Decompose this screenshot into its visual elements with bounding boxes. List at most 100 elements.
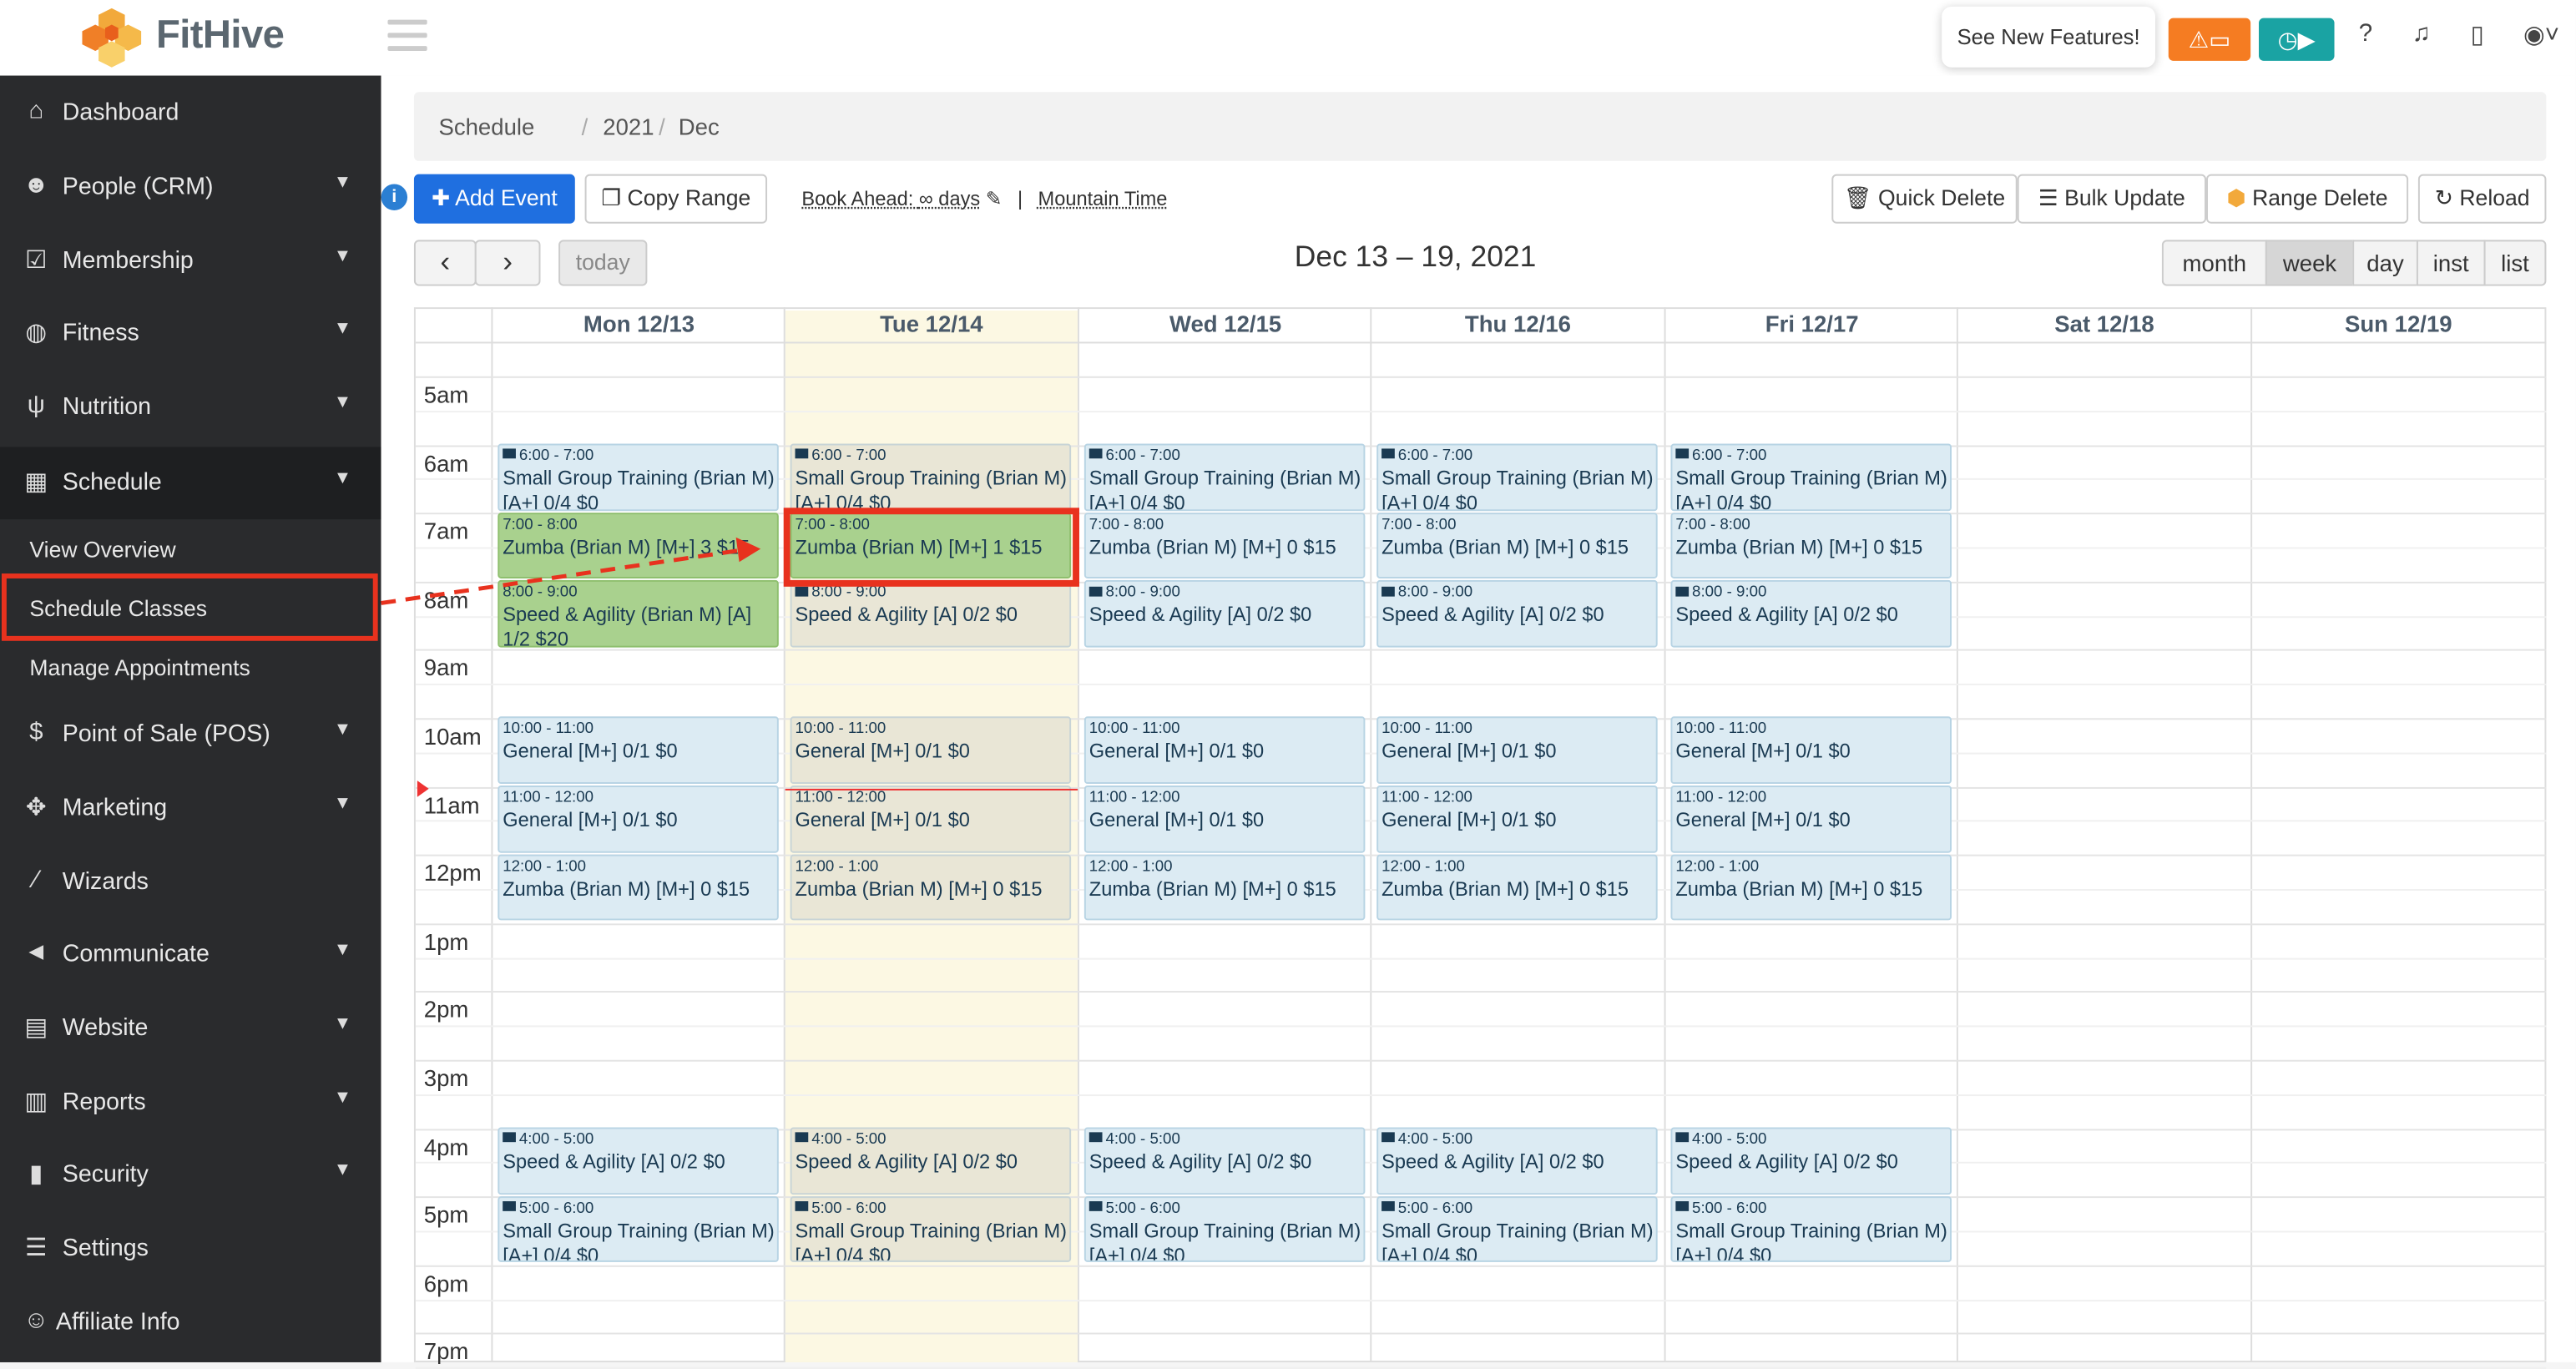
breadcrumb-schedule[interactable]: Schedule	[438, 114, 534, 139]
calendar-event[interactable]: 5:00 - 6:00 Small Group Training (Brian M…	[1376, 1195, 1658, 1263]
sidebar-item-website[interactable]: ▤ Website ▼	[0, 996, 381, 1062]
calendar-event[interactable]: 7:00 - 8:00 Zumba (Brian M) [M+] 0 $15	[1670, 512, 1952, 579]
calendar-event[interactable]: 6:00 - 7:00 Small Group Training (Brian M…	[1083, 443, 1366, 511]
fithive-logo-icon[interactable]	[82, 7, 142, 69]
calendar-event[interactable]: 12:00 - 1:00 Zumba (Brian M) [M+] 0 $15	[1083, 853, 1366, 921]
day-header-wed[interactable]: Wed 12/15	[1079, 311, 1371, 336]
calendar-event[interactable]: 12:00 - 1:00 Zumba (Brian M) [M+] 0 $15	[498, 853, 779, 921]
calendar-event[interactable]: 10:00 - 11:00 General [M+] 0/1 $0	[1083, 717, 1366, 784]
calendar-event[interactable]: 10:00 - 11:00 General [M+] 0/1 $0	[790, 717, 1072, 784]
calendar-event[interactable]: 5:00 - 6:00 Small Group Training (Brian M…	[790, 1195, 1072, 1263]
bulk-update-button[interactable]: ☰ Bulk Update	[2017, 174, 2207, 224]
calendar-event[interactable]: 10:00 - 11:00 General [M+] 0/1 $0	[498, 717, 779, 784]
calendar-event[interactable]: 8:00 - 9:00 Speed & Agility [A] 0/2 $0	[1670, 580, 1952, 648]
sidebar-item-settings[interactable]: ☰ Settings	[0, 1216, 381, 1282]
sidebar-item-membership[interactable]: ☑ Membership ▼	[0, 229, 381, 295]
view-list-button[interactable]: list	[2483, 240, 2547, 286]
calendar-event[interactable]: 8:00 - 9:00 Speed & Agility (Brian M) [A]…	[498, 580, 779, 648]
calendar-event[interactable]: 12:00 - 1:00 Zumba (Brian M) [M+] 0 $15	[790, 853, 1072, 921]
reload-button[interactable]: ↻ Reload	[2417, 174, 2547, 224]
day-header-fri[interactable]: Fri 12/17	[1666, 311, 1958, 336]
calendar-event[interactable]: 8:00 - 9:00 Speed & Agility [A] 0/2 $0	[1376, 580, 1658, 648]
add-event-button[interactable]: ✚ Add Event	[413, 174, 575, 224]
view-week-button[interactable]: week	[2265, 240, 2355, 286]
copy-range-button[interactable]: ❐ Copy Range	[584, 174, 768, 224]
time-label: 12pm	[423, 859, 482, 887]
sidebar-item-fitness[interactable]: ◍ Fitness ▼	[0, 301, 381, 366]
calendar-event[interactable]: 7:00 - 8:00 Zumba (Brian M) [M+] 0 $15	[1376, 512, 1658, 579]
view-day-button[interactable]: day	[2352, 240, 2418, 286]
calendar-event[interactable]: 6:00 - 7:00 Small Group Training (Brian M…	[498, 443, 779, 511]
sidebar-item-reports[interactable]: ▥ Reports ▼	[0, 1070, 381, 1136]
sidebar-item-label: Dashboard	[62, 100, 179, 127]
calendar-event[interactable]: 5:00 - 6:00 Small Group Training (Brian M…	[1083, 1195, 1366, 1263]
calendar-event[interactable]: 11:00 - 12:00 General [M+] 0/1 $0	[498, 785, 779, 852]
sidebar-item-dashboard[interactable]: ⌂ Dashboard	[0, 80, 381, 146]
calendar-event[interactable]: 6:00 - 7:00 Small Group Training (Brian M…	[790, 443, 1072, 511]
sidebar-item-marketing[interactable]: ✥ Marketing ▼	[0, 775, 381, 841]
help-icon[interactable]: ?	[2349, 20, 2382, 48]
calendar-event[interactable]: 4:00 - 5:00 Speed & Agility [A] 0/2 $0	[498, 1127, 779, 1195]
calendar-column-divider	[1956, 307, 1958, 1362]
tablet-icon[interactable]: ▯	[2461, 20, 2493, 49]
day-header-tue[interactable]: Tue 12/14	[785, 311, 1078, 336]
calendar-event[interactable]: 11:00 - 12:00 General [M+] 0/1 $0	[1376, 785, 1658, 852]
calendar-event[interactable]: 8:00 - 9:00 Speed & Agility [A] 0/2 $0	[790, 580, 1072, 648]
next-week-button[interactable]: ›	[474, 240, 541, 286]
book-ahead-link[interactable]: Book Ahead: ∞ days	[801, 187, 980, 210]
see-new-features-button[interactable]: See New Features!	[1942, 6, 2156, 68]
brand-name[interactable]: FitHive	[156, 13, 285, 59]
calendar-event[interactable]: 5:00 - 6:00 Small Group Training (Brian M…	[1670, 1195, 1952, 1263]
calendar-event[interactable]: 12:00 - 1:00 Zumba (Brian M) [M+] 0 $15	[1376, 853, 1658, 921]
prev-week-button[interactable]: ‹	[413, 240, 477, 286]
calendar-event[interactable]: 11:00 - 12:00 General [M+] 0/1 $0	[1083, 785, 1366, 852]
view-month-button[interactable]: month	[2161, 240, 2267, 286]
calendar-event[interactable]: 7:00 - 8:00 Zumba (Brian M) [M+] 3 $15	[498, 512, 779, 579]
calendar-event[interactable]: 11:00 - 12:00 General [M+] 0/1 $0	[790, 785, 1072, 852]
day-header-thu[interactable]: Thu 12/16	[1371, 311, 1664, 336]
pencil-icon[interactable]: ✎	[986, 187, 1003, 210]
clock-play-button[interactable]: ◷▶	[2259, 18, 2335, 61]
view-inst-button[interactable]: inst	[2416, 240, 2486, 286]
calendar-event[interactable]: 4:00 - 5:00 Speed & Agility [A] 0/2 $0	[790, 1127, 1072, 1195]
calendar-event[interactable]: 4:00 - 5:00 Speed & Agility [A] 0/2 $0	[1083, 1127, 1366, 1195]
calendar-event[interactable]: 10:00 - 11:00 General [M+] 0/1 $0	[1670, 717, 1952, 784]
sidebar-sub-manage-appointments[interactable]: Manage Appointments	[0, 639, 381, 695]
sidebar-item-nutrition[interactable]: ψ Nutrition ▼	[0, 375, 381, 441]
hamburger-menu-icon[interactable]	[387, 19, 427, 53]
list-icon: ☰	[2038, 185, 2065, 210]
sidebar-item-communicate[interactable]: ◄ Communicate ▼	[0, 922, 381, 988]
sidebar-item-pos[interactable]: $ Point of Sale (POS) ▼	[0, 702, 381, 768]
calendar-event[interactable]: 7:00 - 8:00 Zumba (Brian M) [M+] 0 $15	[1083, 512, 1366, 579]
calendar-event[interactable]: 4:00 - 5:00 Speed & Agility [A] 0/2 $0	[1376, 1127, 1658, 1195]
day-header-mon[interactable]: Mon 12/13	[492, 311, 785, 336]
calendar-event[interactable]: 11:00 - 12:00 General [M+] 0/1 $0	[1670, 785, 1952, 852]
user-menu-icon[interactable]: ◉˅	[2520, 20, 2563, 49]
calendar-event[interactable]: 6:00 - 7:00 Small Group Training (Brian M…	[1670, 443, 1952, 511]
range-delete-button[interactable]: ⬢ Range Delete	[2206, 174, 2409, 224]
sidebar-item-schedule[interactable]: ▦ Schedule ▼	[0, 447, 381, 520]
today-button[interactable]: today	[558, 240, 648, 286]
breadcrumb-separator: /	[581, 113, 588, 140]
calendar-event[interactable]: 8:00 - 9:00 Speed & Agility [A] 0/2 $0	[1083, 580, 1366, 648]
alert-billing-button[interactable]: ⚠▭	[2168, 18, 2251, 61]
day-header-sun[interactable]: Sun 12/19	[2252, 311, 2544, 336]
day-header-sat[interactable]: Sat 12/18	[1958, 311, 2250, 336]
calendar-event[interactable]: 4:00 - 5:00 Speed & Agility [A] 0/2 $0	[1670, 1127, 1952, 1195]
sidebar-sub-label: View Overview	[29, 537, 176, 563]
calendar-event[interactable]: 6:00 - 7:00 Small Group Training (Brian M…	[1376, 443, 1658, 511]
sidebar-item-affiliate-info[interactable]: ☺ Affiliate Info	[0, 1290, 381, 1356]
calendar-event[interactable]: 10:00 - 11:00 General [M+] 0/1 $0	[1376, 717, 1658, 784]
sidebar-item-people-crm[interactable]: ☻ People (CRM) ▼	[0, 154, 381, 220]
sidebar-sub-view-overview[interactable]: View Overview	[0, 521, 381, 577]
bell-icon[interactable]: ♫	[2405, 20, 2437, 48]
sidebar-item-security[interactable]: ▮ Security ▼	[0, 1142, 381, 1208]
quick-delete-button[interactable]: 🗑︎ Quick Delete	[1831, 174, 2018, 224]
info-icon[interactable]: i	[381, 184, 408, 210]
event-time: 4:00 - 5:00	[1381, 1130, 1472, 1149]
sidebar-item-wizards[interactable]: ⁄ Wizards	[0, 850, 381, 916]
timezone-link[interactable]: Mountain Time	[1038, 187, 1168, 210]
calendar-event[interactable]: 12:00 - 1:00 Zumba (Brian M) [M+] 0 $15	[1670, 853, 1952, 921]
calendar-event[interactable]: 5:00 - 6:00 Small Group Training (Brian M…	[498, 1195, 779, 1263]
breadcrumb-year[interactable]: 2021	[603, 114, 654, 139]
